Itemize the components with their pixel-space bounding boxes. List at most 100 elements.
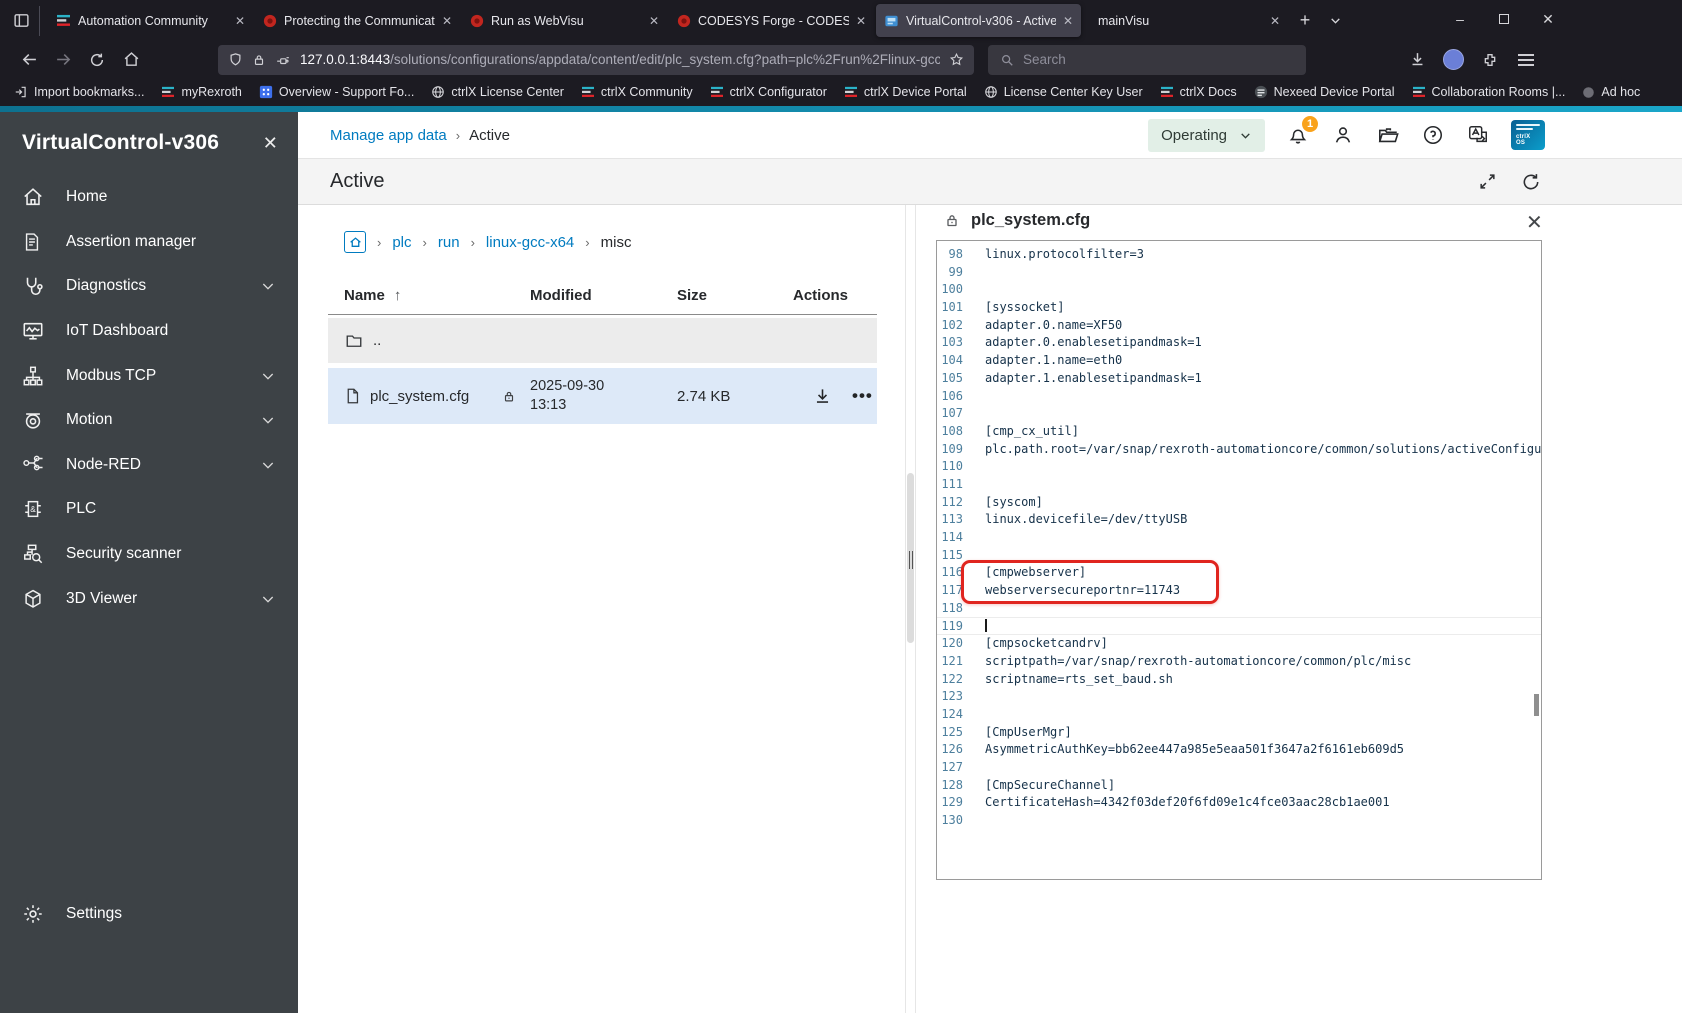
code-line[interactable]: 103 adapter.0.enablesetipandmask=1 [937,334,1541,352]
code-line[interactable]: 121 scriptpath=/var/snap/rexroth-automati… [937,653,1541,671]
bookmark-item[interactable]: ctrlX Community [581,85,693,99]
back-button[interactable] [12,45,46,75]
bookmark-item[interactable]: myRexroth [161,85,242,99]
more-actions-icon[interactable]: ••• [852,386,873,406]
chevron-down-icon[interactable] [260,591,276,607]
chevron-down-icon[interactable] [260,412,276,428]
new-tab-button[interactable]: + [1290,6,1320,36]
code-line[interactable]: 107 [937,405,1541,423]
bookmark-item[interactable]: Overview - Support Fo... [259,85,414,99]
code-line[interactable]: 111 [937,476,1541,494]
code-line[interactable]: 115 [937,547,1541,565]
shield-icon[interactable] [228,52,243,67]
language-button[interactable] [1466,123,1490,147]
tab-close-icon[interactable]: ✕ [1063,14,1073,28]
sidebar-item-diagnostics[interactable]: Diagnostics [0,264,298,309]
sidebar-item-security-scanner[interactable]: Security scanner [0,532,298,577]
code-line[interactable]: 112 [syscom] [937,494,1541,512]
list-tabs-button[interactable] [1320,6,1350,36]
bookmark-star-icon[interactable] [949,52,964,67]
sidebar-item-home[interactable]: Home [0,175,298,220]
tab-close-icon[interactable]: ✕ [856,14,866,28]
code-line[interactable]: 108 [cmp_cx_util] [937,423,1541,441]
download-file-icon[interactable] [813,387,832,406]
table-row-parent-dir[interactable]: .. [328,318,877,363]
bookmark-item[interactable]: ctrlX Configurator [710,85,827,99]
home-folder-icon[interactable] [344,231,366,253]
sidebar-item-assertion-manager[interactable]: Assertion manager [0,220,298,265]
bookmark-item[interactable]: License Center Key User [984,85,1143,99]
code-line[interactable]: 113 linux.devicefile=/dev/ttyUSB [937,511,1541,529]
code-line[interactable]: 105 adapter.1.enablesetipandmask=1 [937,370,1541,388]
browser-tab[interactable]: mainVisu ✕ [1083,4,1288,37]
col-modified[interactable]: Modified [530,287,677,304]
tab-close-icon[interactable]: ✕ [235,14,245,28]
home-button[interactable] [114,45,148,75]
code-line[interactable]: 114 [937,529,1541,547]
app-data-button[interactable] [1376,123,1400,147]
editor-scrollbar[interactable] [1534,694,1539,716]
bookmark-item[interactable]: Ad hoc [1582,85,1640,99]
bookmark-item[interactable]: Import bookmarks... [14,85,144,99]
code-line[interactable]: 99 [937,264,1541,282]
pane-splitter[interactable] [905,205,916,1013]
bookmark-item[interactable]: ctrlX Docs [1160,85,1237,99]
viewer-close-icon[interactable]: ✕ [1526,210,1543,235]
code-line[interactable]: 126 AsymmetricAuthKey=bb62ee447a985e5eaa5… [937,741,1541,759]
tab-close-icon[interactable]: ✕ [442,14,452,28]
sidebar-item-motion[interactable]: Motion [0,398,298,443]
code-line[interactable]: 106 [937,388,1541,406]
col-name[interactable]: Name [344,287,385,304]
expand-icon[interactable] [1478,172,1497,191]
code-line[interactable]: 98 linux.protocolfilter=3 [937,246,1541,264]
reload-button[interactable] [80,45,114,75]
path-crumb-plc[interactable]: plc [392,234,411,251]
extensions-button[interactable] [1478,45,1501,75]
sidebar-item-node-red[interactable]: Node-RED [0,443,298,488]
sidebar-item-3d-viewer[interactable]: 3D Viewer [0,576,298,621]
close-window-button[interactable]: ✕ [1526,0,1570,38]
help-button[interactable] [1421,123,1445,147]
code-line[interactable]: 128 [CmpSecureChannel] [937,777,1541,795]
sidebar-item-iot-dashboard[interactable]: IoT Dashboard [0,309,298,354]
code-line[interactable]: 117 webserversecureportnr=11743 [937,582,1541,600]
table-row-file[interactable]: plc_system.cfg 2025-09-30 13:13 2.74 KB [328,368,877,424]
code-line[interactable]: 125 [CmpUserMgr] [937,724,1541,742]
menu-button[interactable] [1514,45,1537,75]
sidebar-close-icon[interactable]: ✕ [263,133,278,154]
operating-state-button[interactable]: Operating [1148,118,1265,152]
code-line[interactable]: 119 [937,617,1541,636]
sort-asc-icon[interactable]: ↑ [394,287,402,304]
code-line[interactable]: 100 [937,281,1541,299]
minimize-button[interactable]: – [1438,0,1482,38]
code-line[interactable]: 101 [syssocket] [937,299,1541,317]
bookmark-item[interactable]: ctrlX Device Portal [844,85,967,99]
path-crumb-run[interactable]: run [438,234,460,251]
bookmark-item[interactable]: Collaboration Rooms |... [1412,85,1565,99]
firefox-view-button[interactable] [10,5,40,36]
code-line[interactable]: 120 [cmpsocketcandrv] [937,635,1541,653]
breadcrumb-link[interactable]: Manage app data [330,127,447,144]
refresh-icon[interactable] [1521,172,1541,192]
code-editor[interactable]: 98 linux.protocolfilter=3 99 100 101 [syssock… [936,240,1542,880]
code-line[interactable]: 123 [937,688,1541,706]
padlock-warning-icon[interactable] [252,53,266,67]
chevron-down-icon[interactable] [260,457,276,473]
sidebar-item-modbus-tcp[interactable]: Modbus TCP [0,353,298,398]
code-line[interactable]: 110 [937,458,1541,476]
path-crumb-linux-gcc-x64[interactable]: linux-gcc-x64 [486,234,574,251]
code-line[interactable]: 127 [937,759,1541,777]
downloads-button[interactable] [1406,45,1429,75]
bookmark-item[interactable]: Nexeed Device Portal [1254,85,1395,99]
browser-tab[interactable]: Run as WebVisu ✕ [462,4,667,37]
tab-close-icon[interactable]: ✕ [649,14,659,28]
splitter-grip-icon[interactable] [908,551,913,569]
code-line[interactable]: 118 [937,600,1541,618]
search-input[interactable]: Search [988,44,1306,75]
code-line[interactable]: 104 adapter.1.name=eth0 [937,352,1541,370]
code-line[interactable]: 124 [937,706,1541,724]
browser-tab[interactable]: VirtualControl-v306 - Active ✕ [876,4,1081,37]
code-line[interactable]: 109 plc.path.root=/var/snap/rexroth-autom… [937,441,1541,459]
notifications-button[interactable]: 1 [1286,116,1318,147]
sidebar-item-settings[interactable]: Settings [0,892,298,936]
